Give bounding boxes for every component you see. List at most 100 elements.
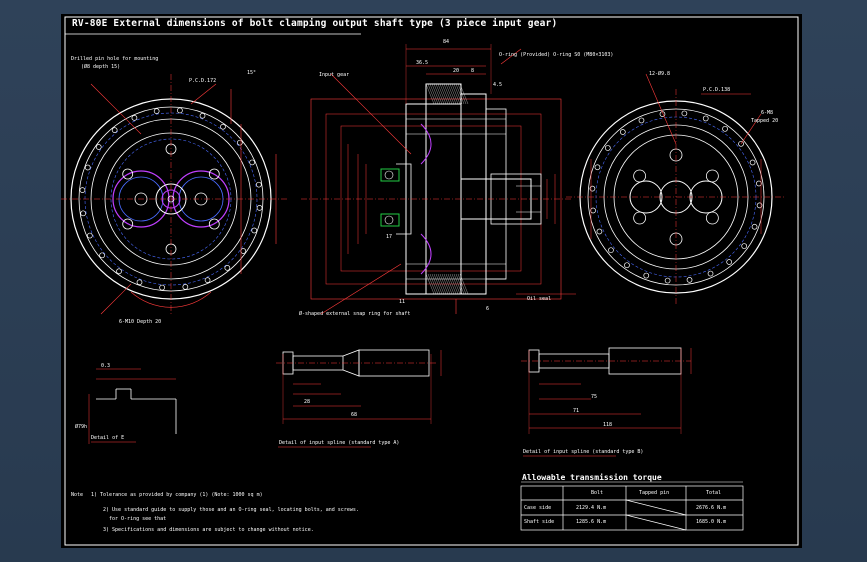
bolt-hole bbox=[594, 164, 601, 171]
hatch-line bbox=[433, 83, 443, 105]
table-header-bolt: Bolt bbox=[591, 490, 604, 496]
bolt-hole bbox=[237, 139, 243, 146]
table-row-shaft-bolt: 1285.6 N.m bbox=[576, 519, 607, 525]
hatch-line bbox=[441, 83, 451, 105]
hatch-line bbox=[427, 83, 437, 105]
bolt-hole bbox=[633, 169, 647, 183]
bolt-hole bbox=[84, 164, 91, 171]
label-tap-right: 6-M8 bbox=[761, 110, 774, 116]
dim-68: 68 bbox=[351, 412, 358, 418]
bolt-hole bbox=[79, 187, 86, 193]
hatch-line bbox=[447, 83, 457, 105]
bolt-hole bbox=[251, 227, 258, 234]
hatch-line bbox=[451, 83, 461, 105]
drawing-title: RV-80E External dimensions of bolt clamp… bbox=[72, 18, 558, 29]
table-header-total: Total bbox=[706, 490, 722, 496]
table-row-case-total: 2676.6 N.m bbox=[696, 505, 727, 511]
bolt-hole bbox=[604, 145, 611, 151]
bolt-hole bbox=[256, 205, 263, 211]
label-input-gear: Input gear bbox=[319, 72, 350, 78]
label-pcd-right: P.C.D.138 bbox=[703, 87, 731, 93]
detail-e-dia: Ø79h bbox=[75, 424, 88, 430]
dim-71: 71 bbox=[573, 408, 580, 414]
note-3: 3) Specifications and dimensions are sub… bbox=[103, 527, 314, 533]
bolt-hole bbox=[751, 223, 758, 230]
front-view-right bbox=[566, 73, 786, 304]
drawing-sheet: RV-80E External dimensions of bolt clamp… bbox=[61, 14, 802, 548]
bolt-hole bbox=[741, 243, 748, 249]
table-title: Allowable transmission torque bbox=[522, 473, 662, 482]
bolt-hole bbox=[87, 232, 93, 239]
bolt-hole bbox=[756, 202, 763, 209]
note-2b: for O-ring see that bbox=[109, 516, 167, 522]
bolt-hole bbox=[596, 228, 603, 235]
bolt-hole bbox=[705, 169, 719, 183]
label-tap-right-sub: Tapped 20 bbox=[751, 118, 779, 124]
bolt-hole bbox=[590, 207, 596, 214]
hatch-line bbox=[443, 83, 453, 105]
label-oring: O-ring (Provided) O-ring S0 (M80×3103) bbox=[499, 52, 614, 58]
table-row-shaft-label: Shaft side bbox=[524, 519, 555, 525]
hatch-line bbox=[429, 83, 439, 105]
label-snap-ring: Ø-shaped external snap ring for shaft bbox=[299, 311, 411, 317]
bolt-hole bbox=[159, 284, 165, 291]
bolt-hole bbox=[705, 211, 719, 225]
bolt-hole bbox=[608, 247, 614, 254]
dim-41: 4.5 bbox=[493, 82, 503, 88]
hatch-line bbox=[449, 83, 459, 105]
hatch-line bbox=[445, 83, 455, 105]
bolt-hole bbox=[589, 185, 596, 192]
dim-17: 17 bbox=[386, 234, 393, 240]
bolt-hole bbox=[199, 112, 206, 119]
bolt-hole bbox=[624, 262, 630, 269]
bolt-hole bbox=[111, 127, 118, 133]
hatch-line bbox=[435, 83, 445, 105]
bolt-hole bbox=[224, 265, 231, 271]
note-1: 1) Tolerance as provided by company (1) … bbox=[91, 492, 263, 498]
bolt-hole bbox=[249, 159, 255, 166]
bolt-hole bbox=[638, 117, 645, 124]
label-tap-left: 6-M10 Depth 20 bbox=[119, 319, 162, 325]
dim-6: 6 bbox=[486, 306, 490, 312]
dim-75: 75 bbox=[591, 394, 598, 400]
bolt-hole bbox=[619, 129, 626, 135]
hatch-line bbox=[437, 83, 447, 105]
dim-8: 8 bbox=[471, 68, 475, 74]
note-2: 2) Use standard guide to supply those an… bbox=[103, 507, 359, 513]
bolt-hole bbox=[756, 180, 762, 187]
section-view-center bbox=[301, 44, 576, 315]
bolt-hole bbox=[240, 248, 247, 254]
bolt-hole bbox=[722, 125, 728, 132]
bolt-hole bbox=[99, 252, 105, 259]
bolt-hole bbox=[686, 277, 693, 283]
table-header-tapped: Tapped pin bbox=[639, 490, 670, 496]
label-pcd-left: P.C.D.172 bbox=[189, 78, 217, 84]
detail-e-title: Detail of E bbox=[91, 435, 125, 441]
bolt-hole bbox=[664, 277, 671, 284]
dim-118: 118 bbox=[603, 422, 613, 428]
hatch-line bbox=[439, 83, 449, 105]
bolt-hole bbox=[116, 268, 122, 275]
dim-20: 20 bbox=[453, 68, 460, 74]
cad-viewport: RV-80E External dimensions of bolt clamp… bbox=[0, 0, 867, 562]
dim-84: 84 bbox=[443, 39, 450, 45]
bolt-hole bbox=[80, 210, 87, 217]
bolt-hole bbox=[182, 283, 189, 290]
front-view-left bbox=[61, 74, 287, 315]
bolt-hole bbox=[255, 181, 262, 188]
bolt-hole bbox=[681, 110, 688, 117]
table-row-case-label: Case side bbox=[524, 505, 552, 511]
label-oil-seal: Oil seal bbox=[527, 296, 552, 302]
sheet-frame bbox=[64, 16, 799, 546]
bolt-hole bbox=[131, 115, 138, 121]
label-pin-hole-sub: (Ø8 depth 15) bbox=[81, 64, 121, 70]
label-pin-hole: Drilled pin hole for mounting bbox=[71, 56, 159, 62]
bolt-hole bbox=[177, 107, 183, 114]
bolt-hole bbox=[726, 259, 733, 265]
label-holes-right: 12-Ø9.8 bbox=[649, 71, 671, 77]
bolt-hole bbox=[749, 159, 756, 166]
detail-e bbox=[88, 368, 177, 444]
drawing-canvas bbox=[61, 16, 799, 546]
hatch-line bbox=[425, 83, 435, 105]
table-row-shaft-total: 1685.0 N.m bbox=[696, 519, 727, 525]
